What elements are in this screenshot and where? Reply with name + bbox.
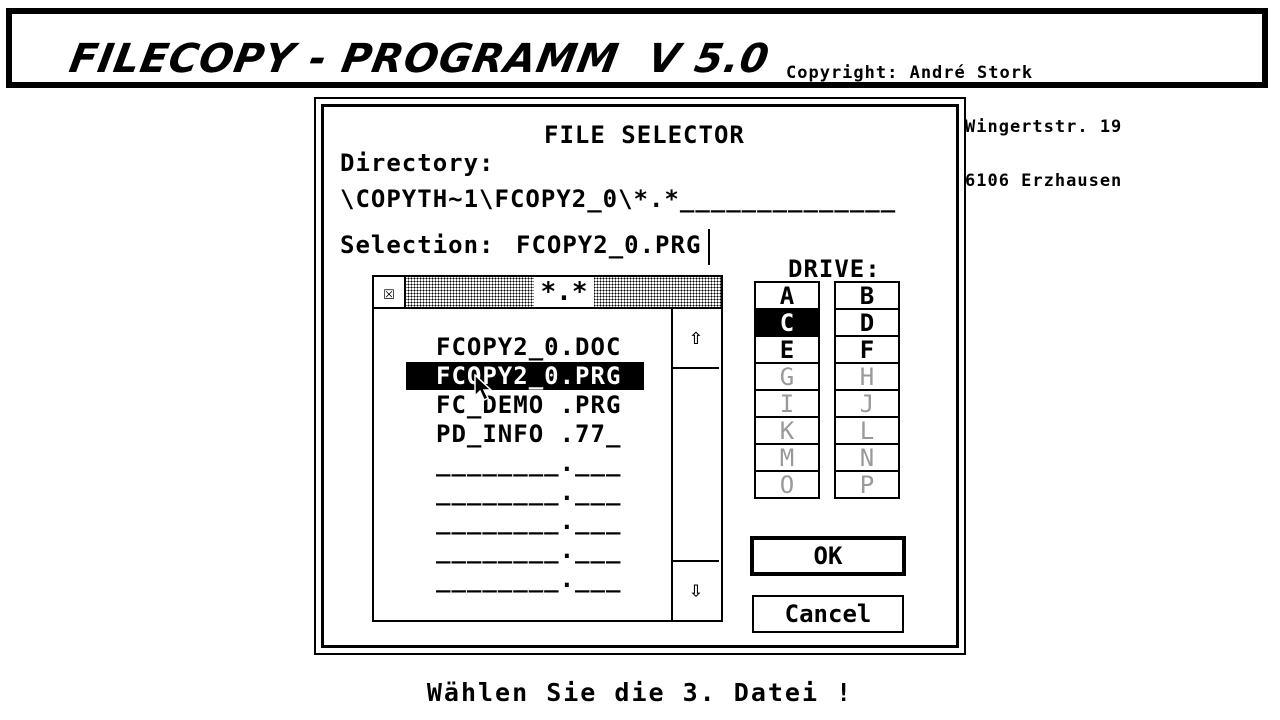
file-entry[interactable]: ________.___ <box>406 507 644 535</box>
dialog-title: FILE SELECTOR <box>544 121 745 149</box>
drive-button-c[interactable]: C <box>754 308 820 337</box>
drive-column-left: ACEGIKMO <box>754 281 820 499</box>
drive-button-g: G <box>754 362 820 391</box>
file-entry[interactable]: PD_INFO .77_ <box>406 420 644 448</box>
drive-button-j: J <box>834 389 900 418</box>
file-entries: FCOPY2_0.DOC FCOPY2_0.PRG FC_DEMO .PRG PD_I… <box>374 309 675 620</box>
drive-button-l: L <box>834 416 900 445</box>
directory-input[interactable]: \COPYTH~1\FCOPY2_0\*.*______________ <box>340 185 896 213</box>
file-list-title-bar[interactable]: ☒ *.* <box>374 277 721 309</box>
instruction-message: Wählen Sie die 3. Datei ! <box>426 678 854 707</box>
file-entry[interactable]: ________.___ <box>406 478 644 506</box>
drive-button-p: P <box>834 470 900 499</box>
drive-button-i: I <box>754 389 820 418</box>
scrollbar[interactable]: ⇧ ⇩ <box>671 309 721 620</box>
file-entry[interactable]: FCOPY2_0.DOC <box>406 333 644 361</box>
file-entry-selected[interactable]: FCOPY2_0.PRG <box>406 362 644 390</box>
drive-button-d[interactable]: D <box>834 308 900 337</box>
file-entry[interactable]: ________.___ <box>406 449 644 477</box>
directory-label: Directory: <box>340 149 495 177</box>
file-entry[interactable]: ________.___ <box>406 536 644 564</box>
scroll-down-arrow-icon[interactable]: ⇩ <box>673 560 719 620</box>
cancel-button[interactable]: Cancel <box>752 595 904 633</box>
drive-column-right: BDFHJLNP <box>834 281 900 499</box>
drive-label: DRIVE: <box>788 255 881 283</box>
selection-input[interactable]: FCOPY2_0.PRG <box>516 231 701 259</box>
file-mask-label: *.* <box>534 277 594 307</box>
scroll-up-arrow-icon[interactable]: ⇧ <box>673 309 719 369</box>
drive-button-m: M <box>754 443 820 472</box>
file-selector-dialog: FILE SELECTOR Directory: \COPYTH~1\FCOPY… <box>314 97 966 655</box>
dialog-frame: FILE SELECTOR Directory: \COPYTH~1\FCOPY… <box>321 104 959 648</box>
drive-button-n: N <box>834 443 900 472</box>
file-entry[interactable]: FC_DEMO .PRG <box>406 391 644 419</box>
drive-button-b[interactable]: B <box>834 281 900 310</box>
close-box-icon[interactable]: ☒ <box>374 277 406 307</box>
copyright-line-1: Copyright: André Stork <box>786 63 1034 83</box>
file-entry[interactable]: ________.___ <box>406 565 644 593</box>
file-list-window: ☒ *.* FCOPY2_0.DOC FCOPY2_0.PRG FC_DEMO .P… <box>372 275 723 622</box>
drive-button-k: K <box>754 416 820 445</box>
drive-button-f[interactable]: F <box>834 335 900 364</box>
drive-button-h: H <box>834 362 900 391</box>
program-title: FILECOPY - PROGRAMM V 5.0 <box>65 36 774 82</box>
drive-button-e[interactable]: E <box>754 335 820 364</box>
drive-button-a[interactable]: A <box>754 281 820 310</box>
selection-label: Selection: <box>340 231 495 259</box>
mouse-pointer-icon <box>474 374 493 402</box>
ok-button[interactable]: OK <box>750 536 906 576</box>
drive-button-o: O <box>754 470 820 499</box>
header-banner: FILECOPY - PROGRAMM V 5.0 Copyright: And… <box>6 8 1268 190</box>
text-cursor <box>708 229 710 265</box>
